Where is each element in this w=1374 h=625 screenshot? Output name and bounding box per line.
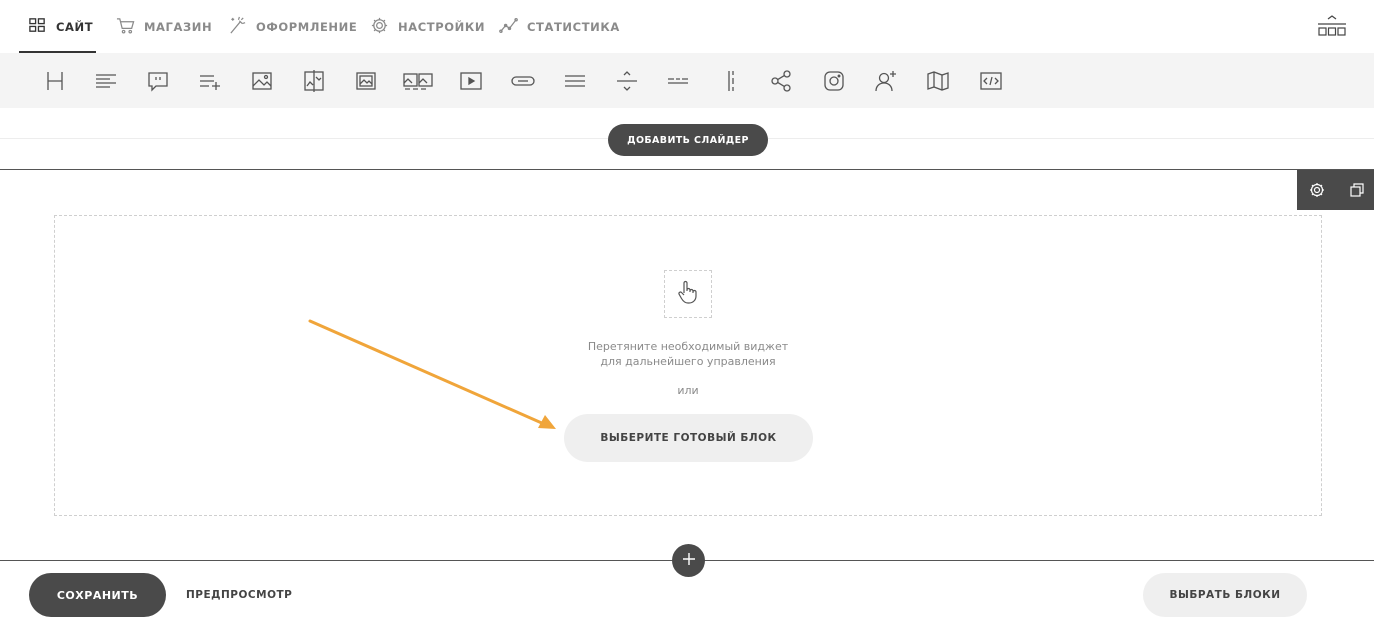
- cart-icon: [116, 16, 135, 38]
- orange-arrow-annotation: [308, 319, 556, 429]
- nav-tab-label: СТАТИСТИКА: [527, 19, 620, 34]
- nav-tab-settings[interactable]: НАСТРОЙКИ: [370, 0, 485, 53]
- block-top-border: [0, 169, 1374, 170]
- add-slider-button[interactable]: ДОБАВИТЬ СЛАЙДЕР: [608, 124, 768, 156]
- dashed-line-icon[interactable]: [666, 69, 690, 93]
- hand-pointer-icon: [674, 278, 702, 310]
- share-icon[interactable]: [769, 69, 793, 93]
- nav-tab-site[interactable]: САЙТ: [28, 0, 93, 53]
- quote-icon[interactable]: [146, 69, 170, 93]
- list-add-icon[interactable]: [198, 69, 222, 93]
- video-icon[interactable]: [459, 69, 483, 93]
- image-icon[interactable]: [250, 69, 274, 93]
- text-icon[interactable]: [94, 69, 118, 93]
- nav-tab-label: МАГАЗИН: [144, 19, 213, 34]
- code-icon[interactable]: [979, 69, 1003, 93]
- nav-tab-label: САЙТ: [56, 19, 94, 34]
- instagram-icon[interactable]: [822, 69, 846, 93]
- magic-wand-icon: [228, 16, 247, 38]
- nav-tab-statistics[interactable]: СТАТИСТИКА: [499, 0, 620, 53]
- image-compare-icon[interactable]: [302, 69, 326, 93]
- select-blocks-button[interactable]: ВЫБРАТЬ БЛОКИ: [1143, 573, 1307, 617]
- nav-tab-design[interactable]: ОФОРМЛЕНИЕ: [228, 0, 357, 53]
- user-add-icon[interactable]: [874, 69, 898, 93]
- grid-icon: [28, 16, 47, 38]
- nav-tab-label: НАСТРОЙКИ: [398, 19, 486, 34]
- button-icon[interactable]: [511, 69, 535, 93]
- choose-ready-block-button[interactable]: ВЫБЕРИТЕ ГОТОВЫЙ БЛОК: [564, 414, 813, 462]
- gear-icon[interactable]: [1307, 180, 1327, 200]
- lines-icon[interactable]: [563, 69, 587, 93]
- add-block-button[interactable]: [672, 544, 705, 577]
- columns-divider-icon[interactable]: [719, 69, 743, 93]
- nav-tab-shop[interactable]: МАГАЗИН: [116, 0, 212, 53]
- nav-tab-label: ОФОРМЛЕНИЕ: [256, 19, 358, 34]
- copy-icon[interactable]: [1347, 180, 1367, 200]
- top-navigation: САЙТ МАГАЗИН ОФОРМЛЕНИЕ НАСТРОЙКИ СТАТИС…: [0, 0, 1374, 53]
- gear-icon: [370, 16, 389, 38]
- widget-toolbar: [0, 53, 1374, 108]
- line-chart-icon: [499, 16, 518, 38]
- heading-icon[interactable]: [43, 69, 67, 93]
- plus-icon: [682, 552, 696, 569]
- preview-link[interactable]: ПРЕДПРОСМОТР: [186, 573, 292, 617]
- map-icon[interactable]: [926, 69, 950, 93]
- site-structure-icon[interactable]: [1316, 14, 1348, 38]
- gallery-icon[interactable]: [403, 69, 433, 93]
- image-frame-icon[interactable]: [354, 69, 378, 93]
- drag-target-box: [664, 270, 712, 318]
- divider-icon[interactable]: [615, 69, 639, 93]
- save-button[interactable]: СОХРАНИТЬ: [29, 573, 166, 617]
- block-controls: [1297, 170, 1374, 210]
